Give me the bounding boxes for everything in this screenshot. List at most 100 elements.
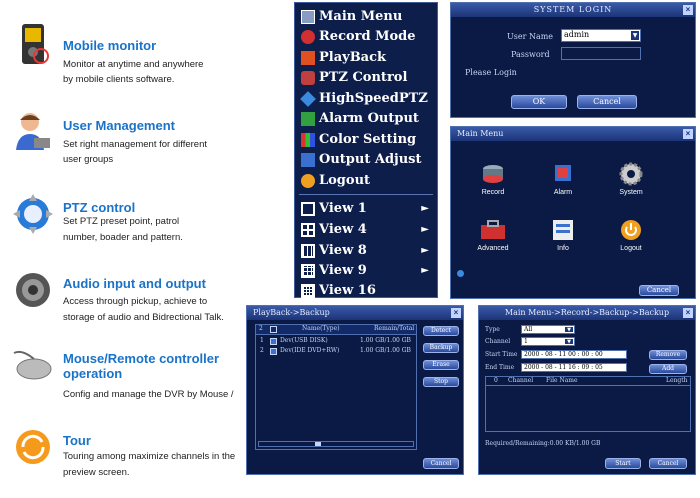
ok-button[interactable]: OK (511, 95, 567, 109)
window-title: Main Menu->Record->Backup->Backup (479, 306, 695, 320)
tile-label: Info (557, 245, 569, 252)
cancel-button[interactable]: Cancel (649, 458, 687, 469)
required-remaining-text: Required/Remaining:0.00 KB/1.00 GB (485, 440, 601, 447)
main-menu-window: Main Menu × Record Alarm System Advanced… (450, 126, 696, 299)
row-name: Dev(USB DISK) (280, 337, 328, 344)
menu-item-record-mode[interactable]: Record Mode (299, 27, 435, 47)
system-login-window: SYSTEM LOGIN × User Name admin ▼ Passwor… (450, 2, 696, 118)
user-name-value: admin (564, 30, 590, 39)
menu-item-output-adjust[interactable]: Output Adjust (299, 150, 435, 170)
checkbox[interactable] (270, 338, 277, 345)
alarm-icon (301, 112, 315, 126)
feature-desc: storage of audio and Bidrectional Talk. (63, 312, 224, 323)
close-icon[interactable]: × (683, 308, 693, 318)
menu-item-logout[interactable]: Logout (299, 171, 435, 191)
table-row[interactable]: 2 Dev(IDE DVD+RW) 1.00 GB/1.00 GB (256, 347, 416, 356)
row-num: 2 (260, 347, 264, 354)
feature-desc: Touring among maximize channels in the (63, 451, 236, 462)
menu-divider (299, 194, 433, 195)
toolbox-icon (481, 220, 505, 239)
record-icon (301, 30, 315, 44)
end-time-input[interactable]: 2000 - 08 - 11 16 : 09 : 05 (521, 363, 627, 372)
menu-item-view-1[interactable]: View 1 ► (299, 199, 435, 219)
feature-desc: Access through pickup, achieve to (63, 296, 208, 307)
feature-title: Tour (63, 433, 91, 448)
erase-button[interactable]: Erase (423, 360, 459, 370)
mouse-icon (13, 350, 52, 380)
menu-item-view-9[interactable]: View 9 ► (299, 261, 435, 281)
power-icon (621, 220, 641, 240)
user-name-label: User Name (507, 32, 554, 41)
close-icon[interactable]: × (451, 308, 461, 318)
start-time-input[interactable]: 2000 - 08 - 11 00 : 00 : 00 (521, 350, 627, 359)
logout-tile[interactable]: Logout (611, 217, 651, 257)
record-backup-window: Main Menu->Record->Backup->Backup × Type… (478, 305, 696, 475)
horizontal-scrollbar[interactable] (258, 441, 414, 447)
menu-item-color-setting[interactable]: Color Setting (299, 130, 435, 150)
add-button[interactable]: Add (649, 364, 687, 374)
header-file-name: File Name (546, 377, 578, 384)
cancel-button[interactable]: Cancel (423, 458, 459, 469)
cancel-button[interactable]: Cancel (639, 285, 679, 296)
menu-item-label: Main Menu (319, 9, 403, 24)
password-field[interactable] (561, 47, 641, 60)
menu-item-highspeed-ptz[interactable]: HighSpeedPTZ (299, 89, 435, 109)
menu-item-label: View 8 (319, 243, 367, 258)
menu-item-label: Color Setting (319, 132, 417, 147)
menu-item-alarm-output[interactable]: Alarm Output (299, 109, 435, 129)
header-num: 0 (494, 377, 498, 384)
info-tile[interactable]: Info (543, 217, 583, 257)
menu-item-view-8[interactable]: View 8 ► (299, 241, 435, 261)
row-size: 1.00 GB/1.00 GB (360, 337, 411, 344)
menu-item-label: HighSpeedPTZ (319, 91, 428, 106)
user-name-select[interactable]: admin ▼ (561, 29, 641, 42)
menu-item-main-menu[interactable]: Main Menu (299, 7, 435, 27)
start-button[interactable]: Start (605, 458, 641, 469)
chevron-down-icon: ▼ (631, 31, 639, 40)
checkbox[interactable] (270, 326, 277, 333)
chevron-down-icon: ▼ (565, 339, 573, 345)
menu-item-playback[interactable]: PlayBack (299, 48, 435, 68)
submenu-arrow-icon: ► (421, 224, 429, 235)
record-tile[interactable]: Record (473, 161, 513, 201)
remove-button[interactable]: Remove (649, 350, 687, 360)
tour-icon (16, 430, 50, 464)
channel-select[interactable]: 1 ▼ (521, 337, 575, 346)
type-select[interactable]: All ▼ (521, 325, 575, 334)
end-time-label: End Time (485, 364, 515, 371)
row-num: 1 (260, 337, 264, 344)
scrollbar-thumb[interactable] (315, 442, 321, 446)
menu-item-label: View 9 (319, 263, 367, 278)
header-channel: Channel (508, 377, 534, 384)
feature-desc: by mobile clients software. (63, 74, 175, 85)
cancel-button[interactable]: Cancel (577, 95, 637, 109)
info-dot-icon (457, 270, 464, 277)
feature-user-management: User Management Set right management for… (8, 110, 248, 170)
checkbox[interactable] (270, 348, 277, 355)
feature-tour: Tour Touring among maximize channels in … (8, 425, 248, 485)
close-icon[interactable]: × (683, 129, 693, 139)
menu-item-label: View 1 (319, 201, 367, 216)
record-icon (483, 165, 503, 183)
feature-audio: Audio input and output Access through pi… (8, 270, 248, 330)
stop-button[interactable]: Stop (423, 377, 459, 387)
detect-button[interactable]: Detect (423, 326, 459, 336)
feature-desc: user groups (63, 154, 114, 165)
feature-title: Audio input and output (63, 276, 206, 291)
menu-item-view-16[interactable]: View 16 (299, 281, 435, 301)
menu-item-ptz-control[interactable]: PTZ Control (299, 68, 435, 88)
row-size: 1.00 GB/1.00 GB (360, 347, 411, 354)
advanced-tile[interactable]: Advanced (473, 217, 513, 257)
submenu-arrow-icon: ► (421, 265, 429, 276)
system-tile[interactable]: System (611, 161, 651, 201)
menu-item-view-4[interactable]: View 4 ► (299, 220, 435, 240)
close-icon[interactable]: × (683, 5, 693, 15)
feature-title: Mouse/Remote controller (63, 351, 220, 366)
feature-desc: Monitor at anytime and anywhere (63, 59, 204, 70)
backup-button[interactable]: Backup (423, 343, 459, 353)
tile-label: Alarm (553, 189, 573, 196)
view-1-icon (301, 202, 315, 216)
alarm-tile[interactable]: Alarm (543, 161, 583, 201)
header-name: Name(Type) (302, 325, 340, 332)
table-row[interactable]: 1 Dev(USB DISK) 1.00 GB/1.00 GB (256, 337, 416, 346)
